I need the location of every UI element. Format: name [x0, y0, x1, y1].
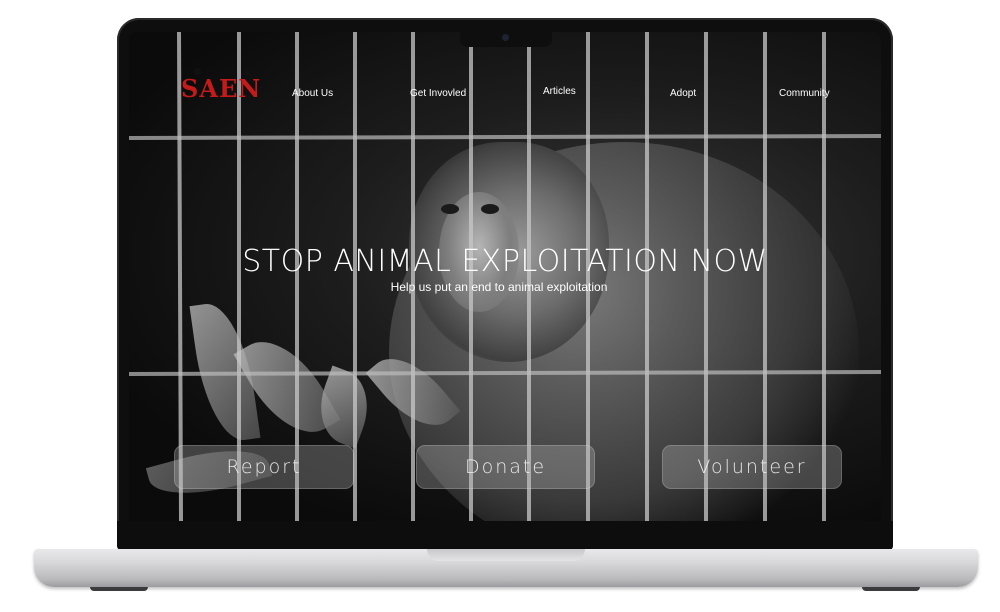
donate-button[interactable]: Donate: [416, 445, 595, 489]
camera-icon: [502, 34, 509, 41]
laptop-foot: [862, 587, 920, 591]
laptop-bezel-bottom: [117, 521, 893, 550]
laptop-screen: ● ▲ SAEN About Us Get Invovled Articles …: [129, 32, 881, 521]
nav-item-get-involved[interactable]: Get Invovled: [410, 88, 466, 99]
monkey-icon: ●: [193, 66, 203, 77]
laptop-foot: [90, 587, 148, 591]
nav-item-about-us[interactable]: About Us: [292, 88, 333, 99]
laptop-thumb-notch: [427, 549, 585, 561]
nav-item-articles[interactable]: Articles: [543, 86, 576, 97]
site-nav: ● ▲ SAEN About Us Get Invovled Articles …: [129, 66, 881, 108]
site-logo[interactable]: ● ▲ SAEN: [181, 66, 262, 103]
volunteer-button[interactable]: Volunteer: [662, 445, 842, 489]
hero-subtitle: Help us put an end to animal exploitatio…: [390, 280, 608, 294]
cat-icon: ▲: [243, 66, 252, 77]
hero-title: STOP ANIMAL EXPLOITATION NOW: [242, 244, 768, 279]
nav-item-adopt[interactable]: Adopt: [670, 88, 696, 99]
nav-item-community[interactable]: Community: [779, 88, 830, 99]
report-button[interactable]: Report: [174, 445, 354, 489]
logo-text: SAEN: [181, 74, 262, 103]
